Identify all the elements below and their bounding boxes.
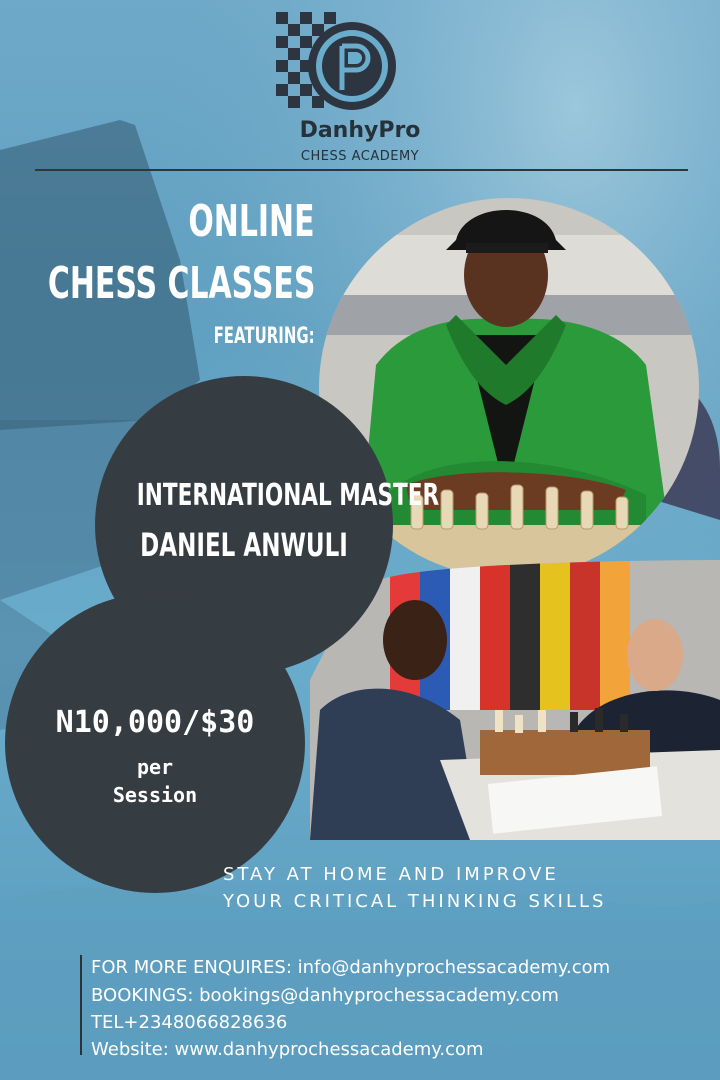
bookings-email-link[interactable]: bookings@danhyprochessacademy.com [193, 985, 559, 1006]
slogan-line2: YOUR CRITICAL THINKING SKILLS [223, 891, 607, 912]
headline-featuring: FEATURING: [213, 324, 315, 349]
price-amount: N10,000/$30 [55, 705, 255, 740]
master-title: INTERNATIONAL MASTER [136, 478, 440, 513]
contact-bookings: BOOKINGS: bookings@danhyprochessacademy.… [91, 985, 559, 1006]
brand-tagline: CHESS ACADEMY [300, 149, 420, 164]
price-badge-circle [5, 593, 305, 893]
slogan-line1: STAY AT HOME AND IMPROVE [223, 864, 559, 885]
price-per: per [136, 755, 174, 779]
contact-divider [80, 955, 82, 1055]
poster: DanhyPro CHESS ACADEMY ONLINE CHESS CLAS… [0, 0, 720, 1080]
tel-label: TEL [91, 1012, 124, 1033]
price-unit: Session [112, 783, 198, 807]
bookings-label: BOOKINGS: [91, 985, 194, 1006]
enquiries-email-link[interactable]: info@danhyprochessacademy.com [292, 957, 611, 978]
brand-name: DanhyPro [299, 118, 421, 143]
chessboard-logo-icon [276, 12, 396, 110]
contact-enquiries: FOR MORE ENQUIRES: info@danhyprochessaca… [91, 957, 610, 978]
website-label: Website: [91, 1039, 169, 1060]
enquiries-label: FOR MORE ENQUIRES: [91, 957, 292, 978]
contact-tel: TEL+2348066828636 [91, 1012, 287, 1033]
website-link[interactable]: www.danhyprochessacademy.com [169, 1039, 484, 1060]
headline-line1: ONLINE [188, 196, 315, 247]
contact-website: Website: www.danhyprochessacademy.com [91, 1039, 484, 1060]
master-name: DANIEL ANWULI [140, 526, 348, 564]
header-divider [35, 169, 688, 171]
headline-line2: CHESS CLASSES [47, 258, 315, 309]
tel-number-link[interactable]: +2348066828636 [123, 1012, 287, 1033]
dp-monogram-icon [308, 22, 396, 110]
